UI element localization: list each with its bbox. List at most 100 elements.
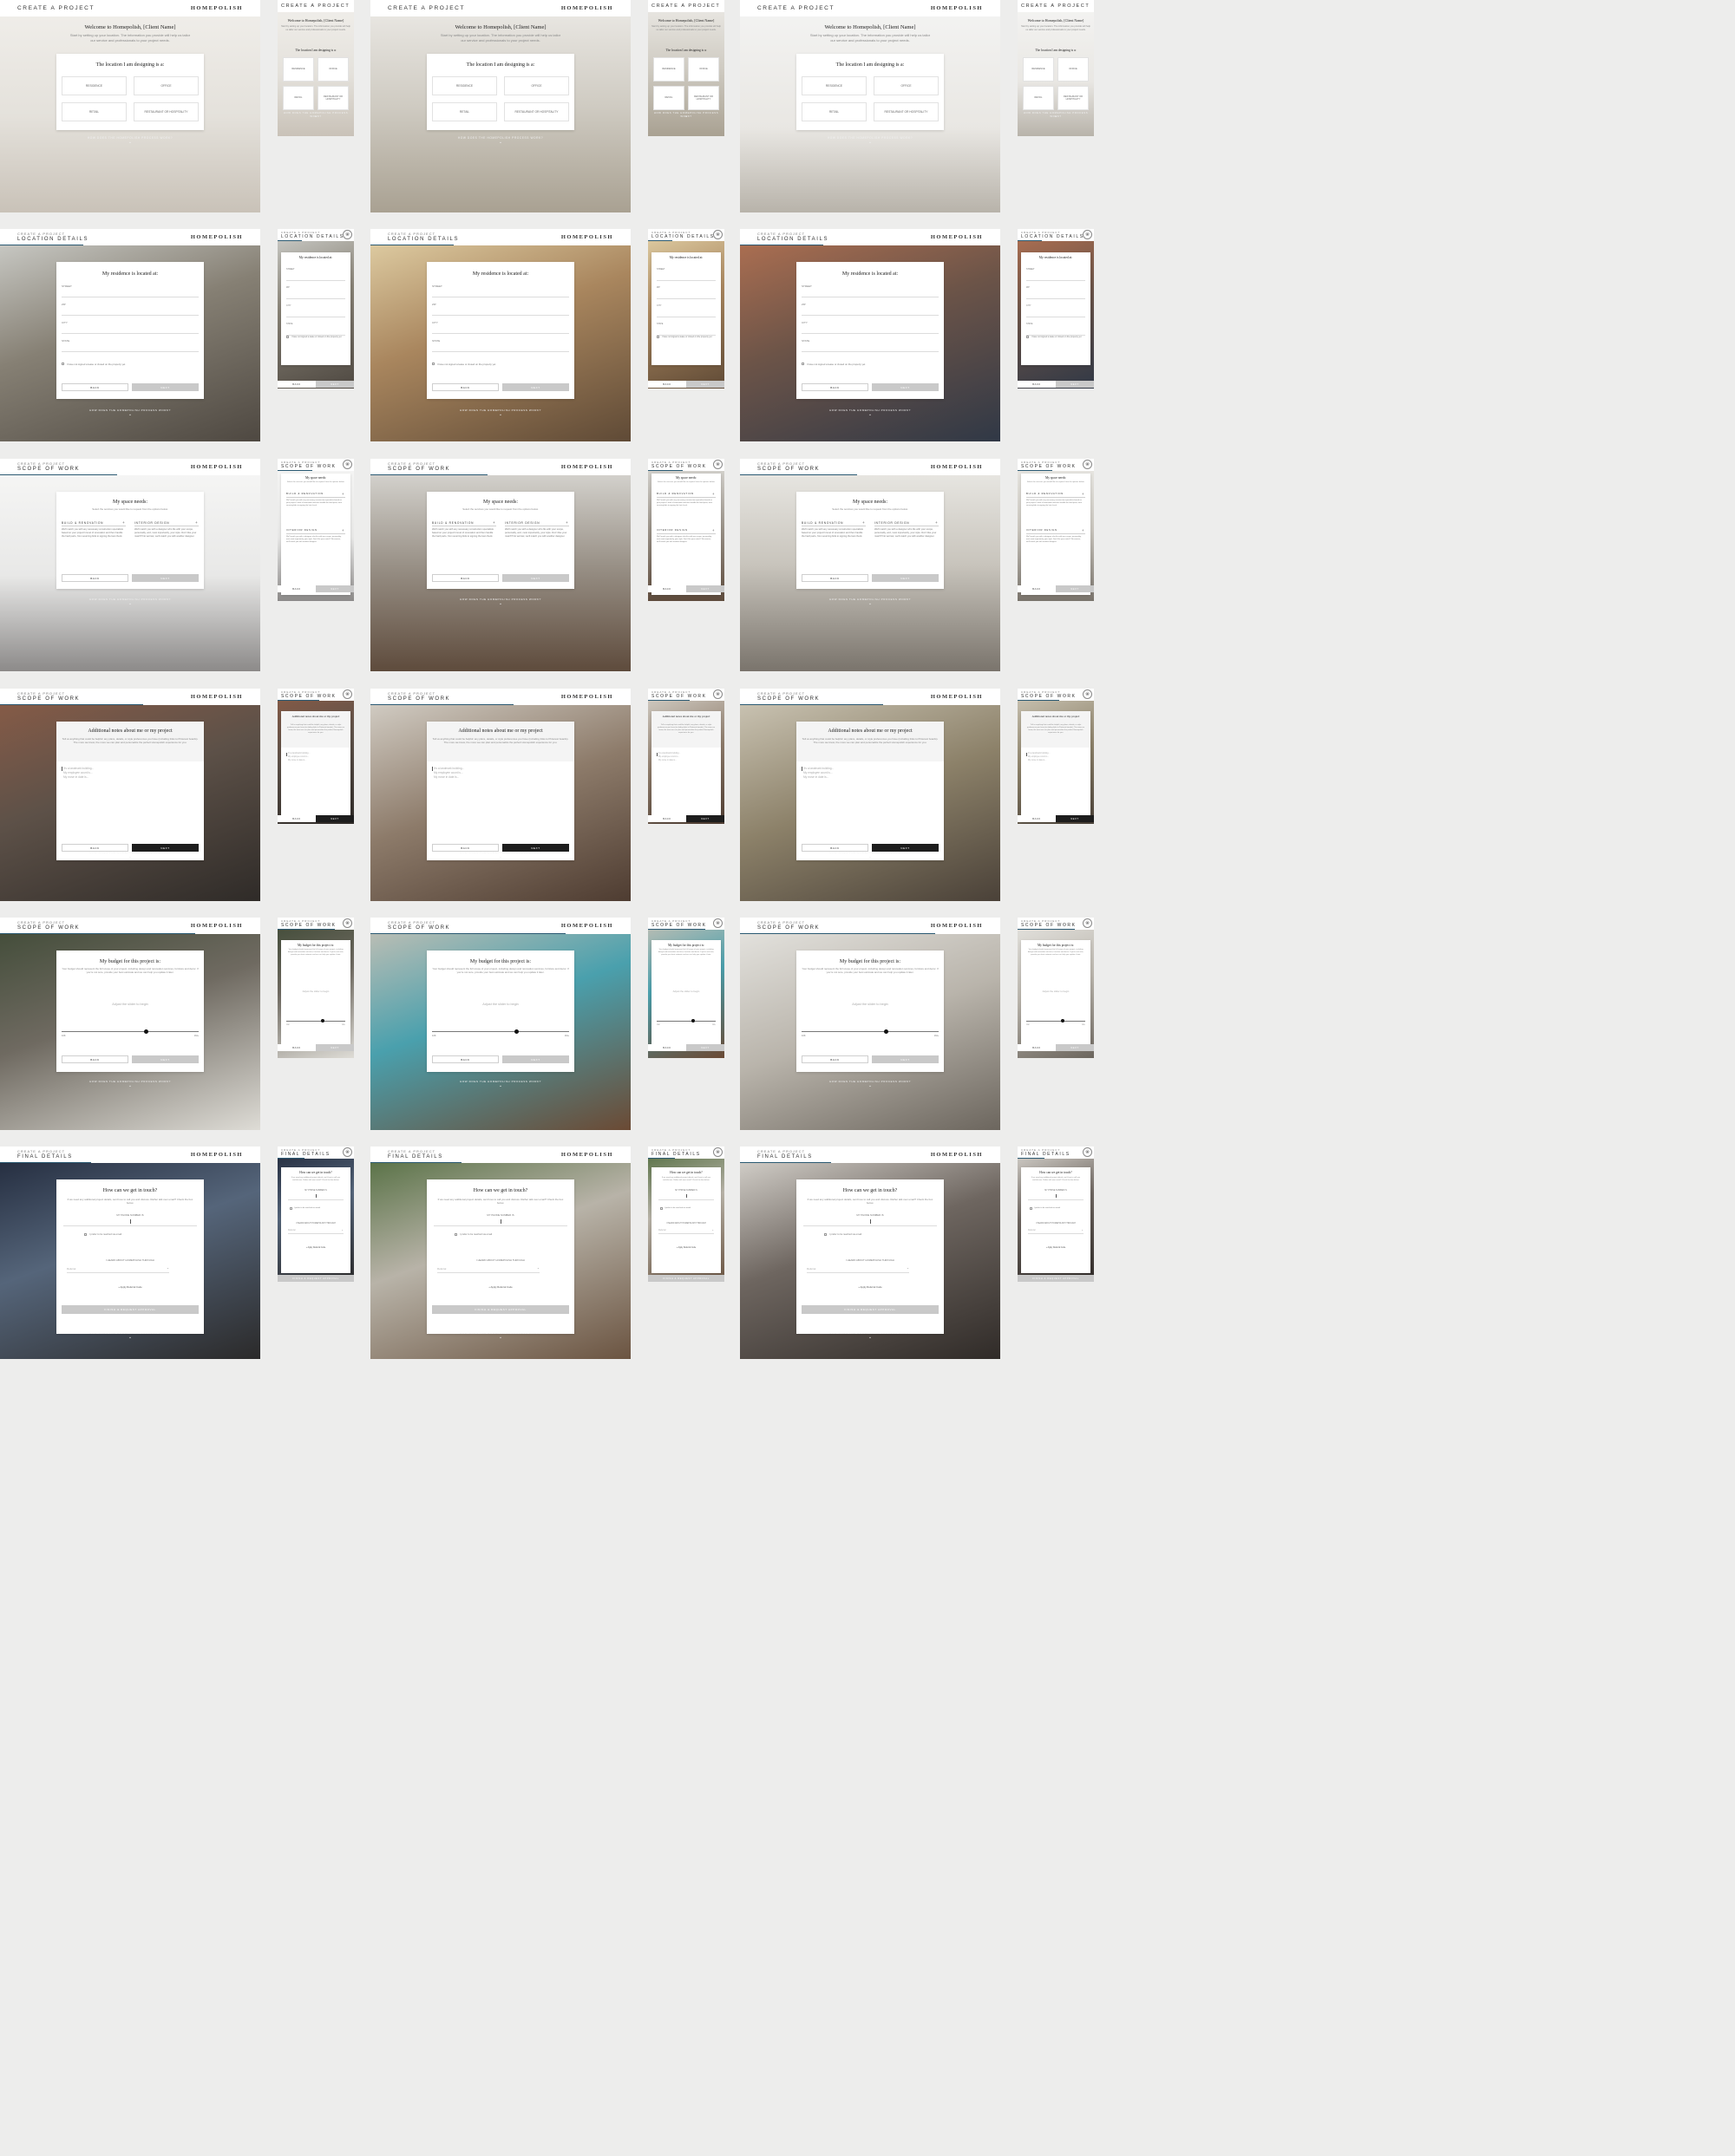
chevron-down-icon[interactable]: ⌄ <box>648 114 724 119</box>
back-button[interactable]: BACK <box>802 1055 868 1063</box>
submit-button[interactable]: FINISH & REQUEST APPROVAL <box>432 1305 569 1314</box>
location-option-office[interactable]: OFFICE <box>874 76 939 95</box>
back-button[interactable]: BACK <box>1018 381 1056 388</box>
location-option-retail[interactable]: RETAIL <box>62 102 127 121</box>
scope-option-build-renovation[interactable]: BUILD & RENOVATION <box>62 521 103 525</box>
back-button[interactable]: BACK <box>648 381 686 388</box>
email-checkbox[interactable] <box>290 1207 292 1210</box>
brand-logo[interactable]: HOMEPOLISH <box>561 464 613 470</box>
next-button[interactable]: NEXT <box>316 815 354 822</box>
next-button[interactable]: NEXT <box>1056 585 1094 592</box>
location-option-office[interactable]: OFFICE <box>1057 57 1089 82</box>
chevron-down-icon[interactable]: ⌄ <box>370 854 631 859</box>
heard-dropdown[interactable]: Referral <box>437 1267 446 1271</box>
location-option-residence[interactable]: RESIDENCE <box>283 57 314 82</box>
expand-plus-icon[interactable]: + <box>566 520 568 525</box>
location-option-retail[interactable]: RETAIL <box>432 102 497 121</box>
budget-slider-track[interactable] <box>657 1021 716 1022</box>
brand-emblem-icon[interactable]: ❀ <box>713 1147 723 1157</box>
address-input-city[interactable] <box>432 333 569 334</box>
budget-slider-track[interactable] <box>432 1031 569 1032</box>
brand-emblem-icon[interactable]: ❀ <box>343 230 352 239</box>
brand-emblem-icon[interactable]: ❀ <box>713 918 723 928</box>
back-button[interactable]: BACK <box>278 1044 316 1051</box>
budget-slider-track[interactable] <box>802 1031 939 1032</box>
scope-option-interior-design[interactable]: INTERIOR DESIGN <box>505 521 540 525</box>
chevron-down-icon[interactable]: ⌄ <box>370 140 631 145</box>
location-option-office[interactable]: OFFICE <box>134 76 199 95</box>
chevron-down-icon[interactable]: ⌄ <box>0 1335 260 1340</box>
chevron-down-icon[interactable]: ⌄ <box>0 412 260 417</box>
chevron-down-icon[interactable]: ⌄ <box>0 1083 260 1088</box>
brand-logo[interactable]: HOMEPOLISH <box>561 923 613 929</box>
back-button[interactable]: BACK <box>62 574 128 582</box>
lease-checkbox[interactable] <box>1026 336 1029 338</box>
address-input-zip[interactable] <box>286 298 345 299</box>
location-option-office[interactable]: OFFICE <box>504 76 569 95</box>
location-option-retail[interactable]: RETAIL <box>1023 86 1054 110</box>
brand-emblem-icon[interactable]: ❀ <box>1083 918 1092 928</box>
next-button[interactable]: NEXT <box>316 381 354 388</box>
back-button[interactable]: BACK <box>278 381 316 388</box>
next-button[interactable]: NEXT <box>686 1044 724 1051</box>
chevron-down-icon[interactable]: ⌄ <box>740 1083 1000 1088</box>
location-option-residence[interactable]: RESIDENCE <box>432 76 497 95</box>
location-option-retail[interactable]: RETAIL <box>802 102 867 121</box>
chevron-down-icon[interactable]: ⌄ <box>0 140 260 145</box>
brand-logo[interactable]: HOMEPOLISH <box>561 1152 613 1158</box>
chevron-down-icon[interactable]: ⌄ <box>370 412 631 417</box>
next-button[interactable]: NEXT <box>502 574 569 582</box>
back-button[interactable]: BACK <box>62 1055 128 1063</box>
budget-slider-track[interactable] <box>62 1031 199 1032</box>
address-input-city[interactable] <box>62 333 199 334</box>
lease-checkbox[interactable] <box>286 336 289 338</box>
brand-logo[interactable]: HOMEPOLISH <box>191 234 243 240</box>
email-checkbox[interactable] <box>84 1233 87 1236</box>
expand-plus-icon[interactable]: + <box>342 528 344 532</box>
address-input-zip[interactable] <box>657 298 716 299</box>
next-button[interactable]: NEXT <box>502 383 569 391</box>
address-input-state[interactable] <box>432 351 569 352</box>
address-input-city[interactable] <box>802 333 939 334</box>
address-input-zip[interactable] <box>1026 298 1085 299</box>
address-input-state[interactable] <box>802 351 939 352</box>
next-button[interactable]: NEXT <box>316 1044 354 1051</box>
referral-code-link[interactable]: + Apply Referral Code <box>796 1285 944 1289</box>
next-button[interactable]: NEXT <box>872 574 939 582</box>
budget-slider-handle[interactable] <box>514 1029 520 1034</box>
budget-slider-track[interactable] <box>1026 1021 1085 1022</box>
next-button[interactable]: NEXT <box>132 574 199 582</box>
next-button[interactable]: NEXT <box>502 1055 569 1063</box>
address-input-street[interactable] <box>1026 280 1085 281</box>
chevron-down-icon[interactable]: ⌄ <box>370 1083 631 1088</box>
submit-button[interactable]: FINISH & REQUEST APPROVAL <box>278 1275 354 1282</box>
back-button[interactable]: BACK <box>432 574 499 582</box>
chevron-down-icon[interactable]: ⌄ <box>1081 1228 1084 1232</box>
brand-emblem-icon[interactable]: ❀ <box>1083 230 1092 239</box>
heard-dropdown[interactable]: Referral <box>658 1229 666 1232</box>
back-button[interactable]: BACK <box>278 585 316 592</box>
chevron-down-icon[interactable]: ⌄ <box>0 601 260 606</box>
back-button[interactable]: BACK <box>1018 585 1056 592</box>
brand-logo[interactable]: HOMEPOLISH <box>561 5 613 11</box>
location-option-restaurant[interactable]: RESTAURANT OR HOSPITALITY <box>134 102 199 121</box>
brand-logo[interactable]: HOMEPOLISH <box>561 694 613 700</box>
location-option-office[interactable]: OFFICE <box>688 57 719 82</box>
referral-code-link[interactable]: + Apply Referral Code <box>56 1285 204 1289</box>
heard-dropdown[interactable]: Referral <box>67 1267 75 1271</box>
scope-option-build-renovation[interactable]: BUILD & RENOVATION <box>432 521 474 525</box>
budget-slider-track[interactable] <box>286 1021 345 1022</box>
scope-option-interior-design[interactable]: INTERIOR DESIGN <box>134 521 169 525</box>
submit-button[interactable]: FINISH & REQUEST APPROVAL <box>802 1305 939 1314</box>
email-checkbox[interactable] <box>455 1233 457 1236</box>
chevron-down-icon[interactable]: ⌄ <box>278 114 354 119</box>
next-button[interactable]: NEXT <box>686 585 724 592</box>
scope-option-interior-design[interactable]: INTERIOR DESIGN <box>1026 529 1057 532</box>
next-button[interactable]: NEXT <box>686 381 724 388</box>
scope-option-interior-design[interactable]: INTERIOR DESIGN <box>286 529 318 532</box>
phone-input[interactable] <box>686 1194 687 1198</box>
next-button[interactable]: NEXT <box>686 815 724 822</box>
chevron-down-icon[interactable]: ⌄ <box>740 1335 1000 1340</box>
next-button[interactable]: NEXT <box>132 1055 199 1063</box>
brand-logo[interactable]: HOMEPOLISH <box>191 923 243 929</box>
